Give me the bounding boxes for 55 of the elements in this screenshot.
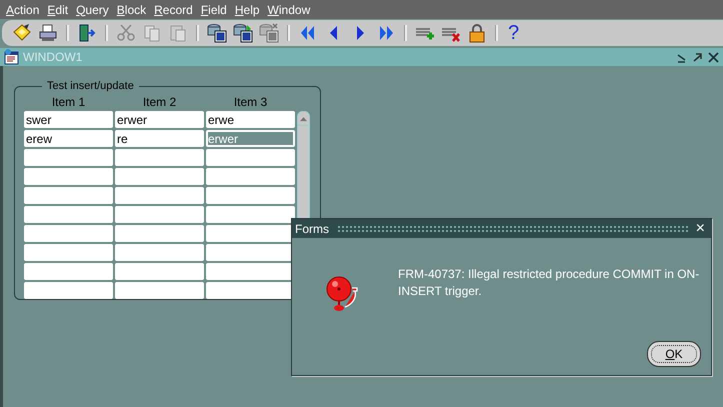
text-field[interactable] (115, 149, 204, 166)
text-field[interactable] (24, 244, 113, 261)
close-button[interactable]: × (696, 220, 705, 236)
text-field[interactable]: erew (24, 130, 113, 147)
ok-button[interactable]: OK (647, 341, 701, 367)
menu-item[interactable]: Action (6, 2, 40, 16)
text-field[interactable] (206, 168, 295, 185)
text-field[interactable] (206, 187, 295, 204)
text-field[interactable]: swer (24, 111, 113, 128)
form-window-icon (4, 49, 20, 65)
column-header: Item 1 (50, 95, 86, 109)
menu-item[interactable]: Help (234, 2, 260, 16)
text-field[interactable] (115, 282, 204, 299)
menu-item[interactable]: Window (268, 2, 310, 16)
text-field[interactable] (115, 244, 204, 261)
text-field[interactable] (115, 225, 204, 242)
text-field[interactable] (115, 168, 204, 185)
menu-item[interactable]: Block (116, 2, 146, 16)
text-field[interactable] (115, 206, 204, 223)
exit-door-icon[interactable] (77, 23, 97, 43)
save-icon[interactable] (12, 23, 32, 43)
text-field[interactable] (24, 149, 113, 166)
dialog-title: Forms (295, 222, 329, 236)
help-button[interactable]: ? (506, 23, 522, 43)
frame-title: Test insert/update (46, 80, 135, 92)
text-field[interactable] (24, 187, 113, 204)
window-title: WINDOW1 (23, 50, 82, 64)
column-header: Item 2 (142, 95, 178, 109)
text-field[interactable] (24, 206, 113, 223)
text-field[interactable]: erwer (115, 111, 204, 128)
menu-item[interactable]: Record (154, 2, 193, 16)
menu-item[interactable]: Edit (47, 2, 68, 16)
text-field[interactable] (24, 263, 113, 280)
text-field[interactable] (115, 187, 204, 204)
column-header: Item 3 (232, 95, 268, 109)
database-execute-icon[interactable] (233, 23, 253, 43)
printer-icon[interactable] (38, 23, 58, 43)
text-field[interactable] (206, 149, 295, 166)
text-field[interactable]: re (115, 130, 204, 147)
text-field[interactable] (206, 206, 295, 223)
text-field[interactable]: erwe (206, 111, 295, 128)
text-field[interactable]: erwer (206, 130, 295, 147)
minimize-icon[interactable] (676, 52, 687, 62)
menu-item[interactable]: Query (76, 2, 109, 16)
lock-icon[interactable] (467, 23, 487, 43)
text-field[interactable] (115, 263, 204, 280)
text-field[interactable] (24, 168, 113, 185)
text-field[interactable] (24, 282, 113, 299)
bell-icon (326, 276, 358, 312)
maximize-icon[interactable] (692, 52, 703, 62)
menu-item[interactable]: Field (200, 2, 227, 16)
database-query-icon[interactable] (207, 23, 227, 43)
text-field[interactable] (24, 225, 113, 242)
close-icon[interactable] (708, 52, 719, 62)
error-message: FRM-40737: Illegal restricted procedure COMMIT in ON-INSERT trigger. (397, 266, 700, 300)
